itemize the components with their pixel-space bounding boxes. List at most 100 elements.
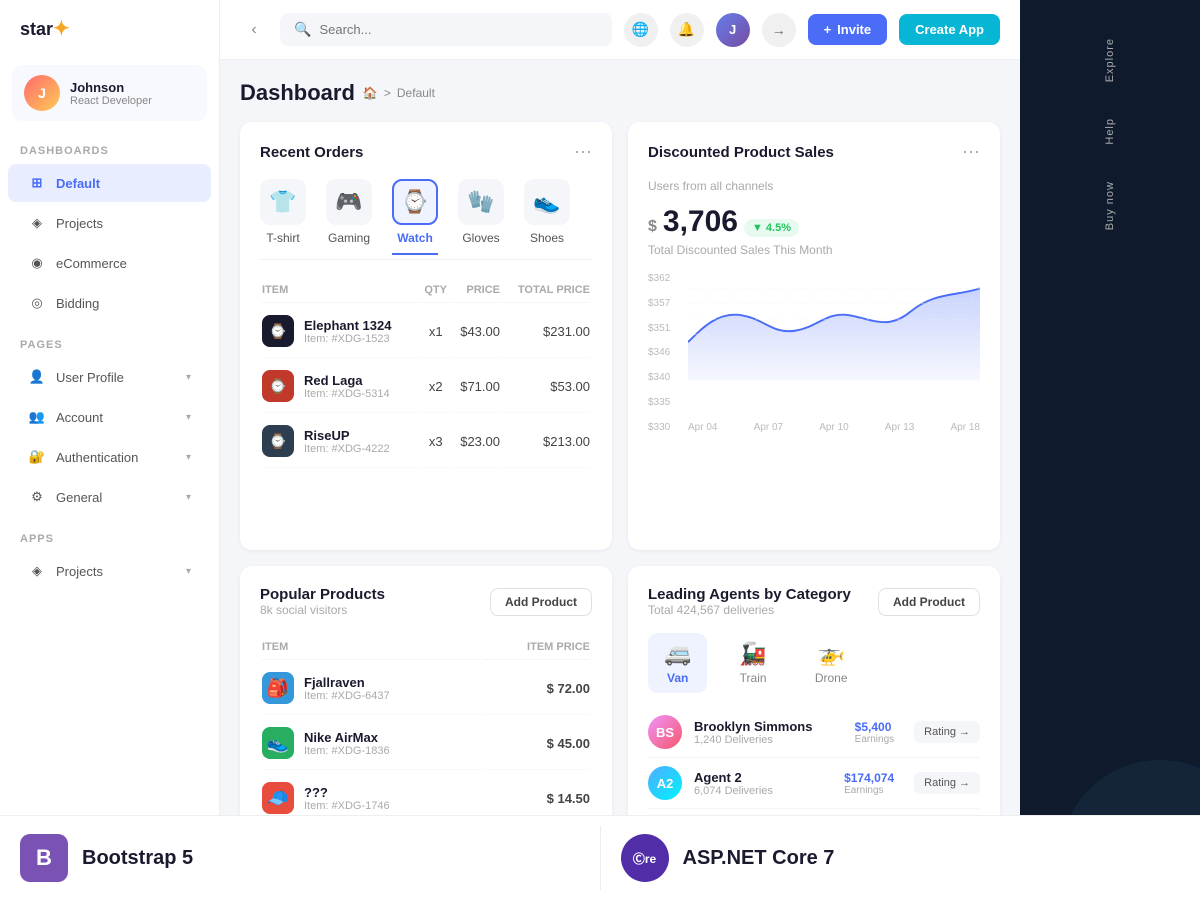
buy-now-label: Buy now [1104, 181, 1116, 230]
add-agent-product-button[interactable]: Add Product [878, 588, 980, 616]
order-item-cell: ⌚ Red Laga Item: #XDG-5314 [262, 360, 420, 413]
invite-button[interactable]: + Invite [808, 14, 888, 45]
add-product-button[interactable]: Add Product [490, 588, 592, 616]
agent-earnings: $5,400 [855, 720, 894, 734]
create-app-button[interactable]: Create App [899, 14, 1000, 45]
tab-gaming[interactable]: 🎮 Gaming [326, 179, 372, 255]
order-price-cell: $71.00 [451, 360, 500, 413]
auth-icon: 🔐 [28, 448, 46, 466]
sidebar-item-ecommerce[interactable]: ◉ eCommerce [8, 244, 211, 282]
order-item-cell: ⌚ Elephant 1324 Item: #XDG-1523 [262, 305, 420, 358]
tab-tshirt[interactable]: 👕 T-shirt [260, 179, 306, 255]
bell-icon[interactable]: 🔔 [670, 13, 704, 47]
logo-star-icon: ✦ [53, 18, 70, 40]
agent-tab-icon: 🚁 [817, 641, 844, 667]
agent-earnings-label: Earnings [844, 785, 894, 796]
watch-icon: ⌚ [392, 179, 438, 225]
sidebar-item-projects[interactable]: ◈ Projects [8, 204, 211, 242]
general-icon: ⚙ [28, 488, 46, 506]
col-price: PRICE [451, 278, 500, 303]
agent-tab-train[interactable]: 🚂 Train [723, 633, 782, 693]
popular-products-title: Popular Products [260, 586, 385, 603]
right-panel-buy-now[interactable]: Buy now [1020, 163, 1200, 248]
logo: star✦ [0, 0, 219, 57]
order-total-cell: $53.00 [502, 360, 590, 413]
agent-earnings: $174,074 [844, 771, 894, 785]
plus-icon: + [824, 22, 832, 37]
chart-y-label: $357 [648, 298, 670, 309]
agent-rating-button[interactable]: Rating → [914, 772, 980, 794]
chart-x-label: Apr 18 [951, 422, 980, 433]
chart-x-label: Apr 10 [819, 422, 848, 433]
chart-y-label: $346 [648, 347, 670, 358]
right-panel-help[interactable]: Help [1020, 100, 1200, 163]
discounted-sales-menu-icon[interactable]: ⋯ [962, 142, 980, 163]
chart-y-label: $362 [648, 273, 670, 284]
sidebar-item-bidding[interactable]: ◎ Bidding [8, 284, 211, 322]
aspnet-label: ASP.NET Core 7 [683, 847, 835, 870]
pages-section-label: PAGES [0, 323, 219, 357]
breadcrumb: 🏠 > Default [363, 86, 435, 100]
popular-products-subtitle: 8k social visitors [260, 603, 385, 617]
order-item-id: Item: #XDG-4222 [304, 443, 390, 455]
search-icon: 🔍 [294, 21, 311, 38]
order-item-image: ⌚ [262, 425, 294, 457]
bidding-icon: ◎ [28, 294, 46, 312]
user-role: React Developer [70, 95, 152, 107]
sidebar-item-general[interactable]: ⚙ General ▾ [8, 478, 211, 516]
leading-agents-header: Leading Agents by Category Total 424,567… [648, 586, 980, 617]
tab-watch[interactable]: ⌚ Watch [392, 179, 438, 255]
user-icon: 👤 [28, 368, 46, 386]
agent-tab-icon: 🚂 [739, 641, 766, 667]
search-input[interactable] [319, 22, 597, 37]
agent-deliveries: 1,240 Deliveries [694, 734, 812, 746]
chart-x-label: Apr 07 [754, 422, 783, 433]
order-item-name: Elephant 1324 [304, 318, 391, 333]
order-item-id: Item: #XDG-1523 [304, 333, 391, 345]
sidebar-item-label: Account [56, 410, 103, 425]
tab-tshirt-label: T-shirt [266, 231, 299, 245]
order-qty-cell: x1 [422, 305, 450, 358]
breadcrumb-home-icon[interactable]: 🏠 [363, 86, 378, 100]
topbar-avatar[interactable]: J [716, 13, 750, 47]
col-total: TOTAL PRICE [502, 278, 590, 303]
recent-orders-menu-icon[interactable]: ⋯ [574, 142, 592, 163]
gloves-icon: 🧤 [458, 179, 504, 225]
user-profile-card[interactable]: J Johnson React Developer [12, 65, 207, 121]
user-name: Johnson [70, 80, 152, 95]
order-item-name: RiseUP [304, 428, 390, 443]
order-qty-cell: x3 [422, 415, 450, 468]
chevron-down-icon: ▾ [186, 452, 191, 463]
globe-icon[interactable]: 🌐 [624, 13, 658, 47]
main-area: ‹ 🔍 🌐 🔔 J → + Invite Create App Dashboar… [220, 0, 1020, 900]
col-qty: QTY [422, 278, 450, 303]
sales-chart: $362$357$351$346$340$335$330 [648, 273, 980, 433]
arrow-right-icon[interactable]: → [762, 13, 796, 47]
tab-shoes-label: Shoes [530, 231, 564, 245]
sidebar-item-user-profile[interactable]: 👤 User Profile ▾ [8, 358, 211, 396]
product-id: Item: #XDG-1746 [304, 800, 390, 812]
agent-rating-button[interactable]: Rating → [914, 721, 980, 743]
sidebar-item-account[interactable]: 👥 Account ▾ [8, 398, 211, 436]
sidebar-item-apps-projects[interactable]: ◈ Projects ▾ [8, 552, 211, 590]
search-box[interactable]: 🔍 [280, 13, 612, 46]
right-panel-explore[interactable]: Explore [1020, 20, 1200, 100]
agent-deliveries: 6,074 Deliveries [694, 785, 773, 797]
agent-tab-icon: 🚐 [664, 641, 691, 667]
sidebar-item-default[interactable]: ⊞ Default [8, 164, 211, 202]
order-tabs: 👕 T-shirt 🎮 Gaming ⌚ Watch 🧤 Gloves [260, 179, 592, 260]
agent-name: Agent 2 [694, 770, 773, 785]
order-item-id: Item: #XDG-5314 [304, 388, 390, 400]
sidebar-toggle-button[interactable]: ‹ [240, 16, 268, 44]
tab-gloves[interactable]: 🧤 Gloves [458, 179, 504, 255]
page-header: Dashboard 🏠 > Default [240, 80, 1000, 106]
agent-tab-drone[interactable]: 🚁 Drone [799, 633, 864, 693]
avatar: J [24, 75, 60, 111]
agent-tab-van[interactable]: 🚐 Van [648, 633, 707, 693]
tab-shoes[interactable]: 👟 Shoes [524, 179, 570, 255]
sidebar-item-label: eCommerce [56, 256, 127, 271]
agent-name: Brooklyn Simmons [694, 719, 812, 734]
right-panel: Explore Help Buy now [1020, 0, 1200, 900]
sidebar-item-authentication[interactable]: 🔐 Authentication ▾ [8, 438, 211, 476]
sidebar-item-label: Default [56, 176, 100, 191]
